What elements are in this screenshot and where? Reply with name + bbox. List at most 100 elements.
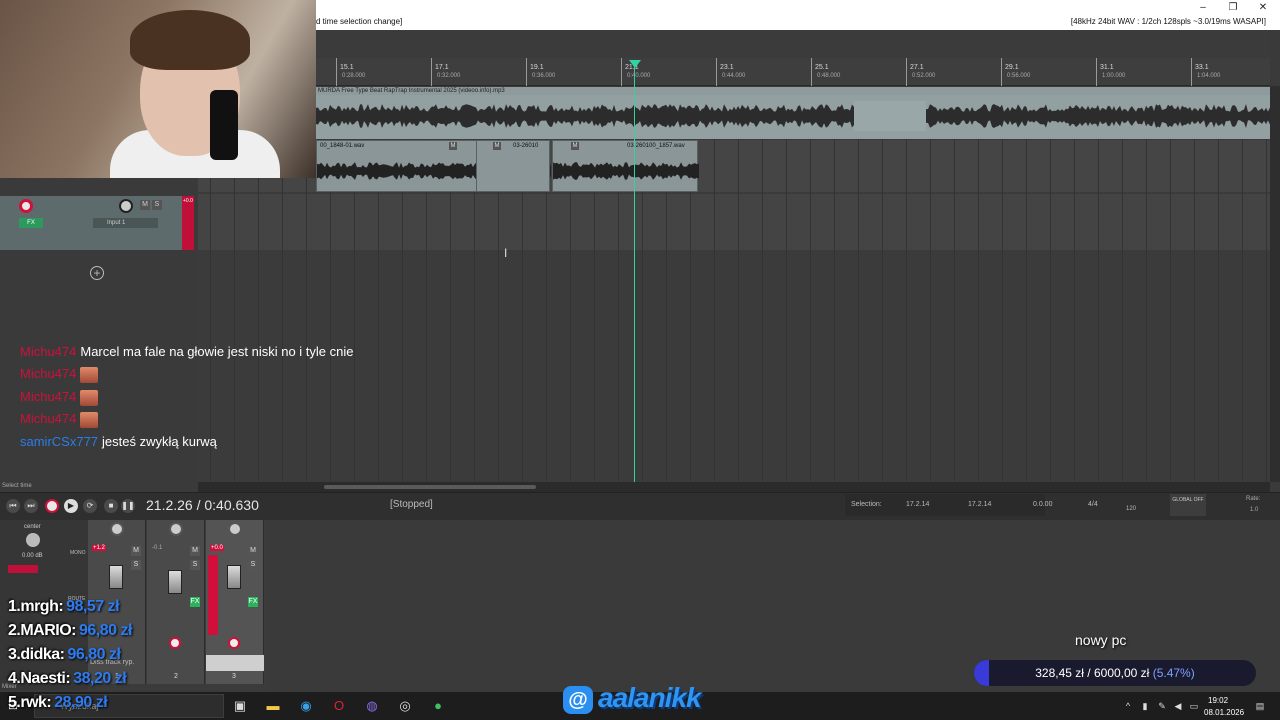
mute-button[interactable]: M: [140, 200, 150, 210]
minimize-button[interactable]: –: [1196, 2, 1210, 14]
grid-line: [1170, 86, 1171, 482]
playhead-marker[interactable]: [629, 60, 641, 68]
play-cursor[interactable]: [634, 62, 635, 482]
clock-date[interactable]: 08.01.2026: [1204, 708, 1244, 717]
volume-knob[interactable]: [119, 199, 133, 213]
record-arm-button[interactable]: [228, 637, 240, 649]
solo-button[interactable]: S: [248, 560, 258, 570]
stop-button[interactable]: ■: [104, 499, 118, 513]
mute-button[interactable]: M: [190, 546, 200, 556]
grid-line: [1074, 86, 1075, 482]
network-icon[interactable]: ▭: [1188, 700, 1200, 712]
grid-line: [1050, 86, 1051, 482]
time-signature[interactable]: 4/4: [1088, 501, 1098, 508]
master-pan-knob[interactable]: [26, 533, 40, 547]
play-button[interactable]: ▶: [64, 499, 78, 513]
mute-button[interactable]: M: [131, 546, 141, 556]
ruler-tick: 19.1 0:36.000: [526, 58, 555, 86]
volume-fader[interactable]: [109, 565, 123, 589]
emote-icon: [80, 366, 99, 383]
volume-fader[interactable]: [227, 565, 241, 589]
horizontal-scroll-thumb[interactable]: [324, 485, 536, 489]
time-display[interactable]: 21.2.26 / 0:40.630: [146, 497, 259, 513]
go-to-start-button[interactable]: ⏮: [6, 499, 20, 513]
window-title: d time selection change]: [316, 17, 403, 26]
strip-name-box[interactable]: [206, 655, 264, 671]
pen-tray-icon[interactable]: ✎: [1156, 700, 1168, 712]
global-automation-button[interactable]: GLOBAL OFF: [1170, 494, 1206, 516]
tray-chevron-icon[interactable]: ^: [1122, 700, 1134, 712]
ruler-tick: 23.1 0:44.000: [716, 58, 745, 86]
mute-button[interactable]: M: [248, 546, 258, 556]
fx-button[interactable]: FX: [19, 218, 43, 228]
selection-end[interactable]: 17.2.14: [968, 501, 991, 508]
record-arm-button[interactable]: [19, 199, 33, 213]
solo-button[interactable]: S: [152, 200, 162, 210]
clip-mute-button[interactable]: M: [449, 142, 457, 150]
grid-line: [858, 86, 859, 482]
track-meter-peak: +0.0: [183, 198, 193, 204]
grid-line: [834, 86, 835, 482]
clip-mute-button[interactable]: M: [493, 142, 501, 150]
go-to-end-button[interactable]: ⏭: [24, 499, 38, 513]
track-lane-selected[interactable]: [198, 194, 1270, 250]
grid-line: [1122, 86, 1123, 482]
record-arm-button[interactable]: [169, 637, 181, 649]
volume-fader[interactable]: [168, 570, 182, 594]
media-item-vocal-3[interactable]: 03-260100_1857.wav M: [552, 140, 699, 192]
discord-icon[interactable]: ◍: [363, 697, 381, 715]
vertical-scrollbar[interactable]: [1270, 86, 1280, 482]
ruler-tick: 21.1 0:40.000: [621, 58, 650, 86]
solo-button[interactable]: S: [131, 560, 141, 570]
file-explorer-icon[interactable]: ▬: [264, 697, 282, 715]
rate-value[interactable]: 1.0: [1250, 507, 1258, 513]
opera-icon[interactable]: O: [330, 697, 348, 715]
grid-line: [762, 86, 763, 482]
pause-button[interactable]: ❚❚: [121, 499, 135, 513]
input-select[interactable]: Input 1: [93, 218, 158, 228]
fx-button[interactable]: FX: [248, 597, 258, 607]
maximize-button[interactable]: ❐: [1226, 2, 1240, 14]
strip-peak: +1.2: [92, 545, 106, 551]
fx-button[interactable]: FX: [190, 597, 200, 607]
grid-line: [906, 86, 907, 482]
chat-message: Michu474: [20, 365, 99, 383]
mono-button[interactable]: MONO: [70, 550, 86, 556]
tempo-value[interactable]: 120: [1126, 506, 1136, 512]
pan-knob[interactable]: [228, 522, 242, 536]
grid-line: [738, 86, 739, 482]
close-button[interactable]: ✕: [1256, 2, 1270, 14]
beat-waveform: [316, 95, 1270, 139]
repeat-button[interactable]: ⟳: [83, 499, 97, 513]
selection-start[interactable]: 17.2.14: [906, 501, 929, 508]
grid-line: [1146, 86, 1147, 482]
donor-entry: 1.mrgh: 98,57 zł: [8, 598, 120, 615]
clip-mute-button[interactable]: M: [571, 142, 579, 150]
chrome-icon[interactable]: ●: [429, 697, 447, 715]
record-button[interactable]: [45, 499, 59, 513]
pan-knob[interactable]: [169, 522, 183, 536]
pan-knob[interactable]: [110, 522, 124, 536]
master-db: 0.00 dB: [22, 553, 43, 559]
reaper-icon[interactable]: ◎: [396, 697, 414, 715]
master-pan-label: center: [24, 524, 41, 530]
clock-time[interactable]: 19:02: [1208, 696, 1228, 705]
task-view-icon[interactable]: ▣: [231, 697, 249, 715]
solo-button[interactable]: S: [190, 560, 200, 570]
timeline-ruler[interactable]: 15.1 0:28.000 17.1 0:32.000 19.1 0:36.000 2…: [316, 58, 1270, 86]
grid-line: [1242, 86, 1243, 482]
media-item-beat[interactable]: [316, 87, 1270, 139]
notification-icon[interactable]: ▤: [1254, 700, 1266, 712]
add-track-button[interactable]: +: [90, 266, 104, 280]
audio-device-info[interactable]: [48kHz 24bit WAV : 1/2ch 128spls ~3.0/19…: [1071, 17, 1266, 26]
donor-entry: 4.Naesti: 38,20 zł: [8, 670, 127, 687]
media-item-vocal-2[interactable]: 03-26010 M: [476, 140, 550, 192]
social-handle: aalanikk: [598, 682, 702, 713]
webcam-overlay: [0, 0, 316, 178]
microphone-tray-icon[interactable]: ▮: [1139, 700, 1151, 712]
volume-icon[interactable]: ◀: [1172, 700, 1184, 712]
selection-length[interactable]: 0.0.00: [1033, 501, 1052, 508]
chat-message: Michu474: [20, 388, 99, 406]
steam-icon[interactable]: ◉: [297, 697, 315, 715]
grid-line: [882, 86, 883, 482]
